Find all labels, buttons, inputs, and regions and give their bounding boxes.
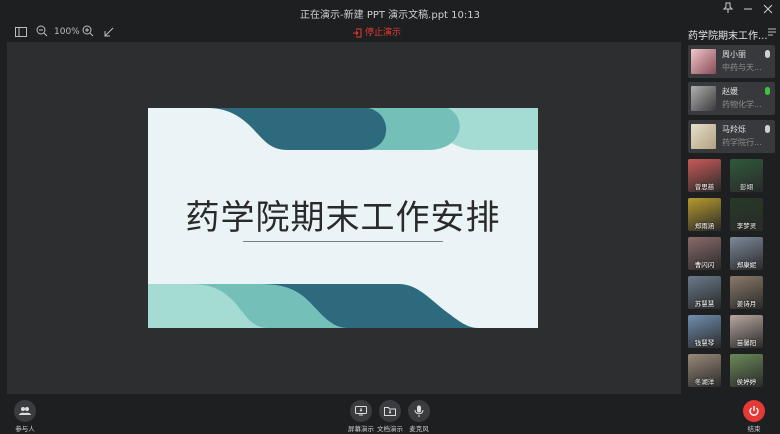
attendee-tile[interactable]: 姜诗月 — [730, 276, 763, 309]
attendee-tile[interactable]: 冬湖洋 — [688, 354, 721, 387]
attendee-name: 冬湖洋 — [694, 378, 715, 386]
stop-label: 停止演示 — [365, 28, 402, 38]
avatar — [691, 124, 716, 149]
mic-label: 麦克风 — [409, 425, 429, 433]
participants-button[interactable] — [14, 400, 36, 422]
screen-icon — [355, 406, 367, 416]
attendee-tile[interactable]: 郑康妮 — [730, 237, 763, 270]
participants-label: 参与人 — [15, 425, 35, 433]
attendee-tile[interactable]: 曾思慈 — [688, 159, 721, 192]
fit-screen-icon[interactable] — [101, 25, 117, 41]
speaker-dept: 药物化学... — [722, 100, 762, 109]
speaker-card[interactable]: 周小丽 中药与天... — [688, 45, 775, 78]
speaker-name: 周小丽 — [722, 50, 746, 59]
people-icon — [19, 407, 31, 415]
zoom-level: 100% — [54, 27, 80, 37]
attendee-tile[interactable]: 李梦灵 — [730, 198, 763, 231]
attendee-tile[interactable]: 郑雨涵 — [688, 198, 721, 231]
speaker-name: 赵媛 — [722, 87, 738, 96]
panel-title: 药学院期末工作... — [688, 31, 768, 42]
end-button[interactable] — [743, 400, 765, 422]
attendee-name: 钱慧琴 — [694, 339, 715, 347]
toolbar: 100% 停止演示 — [0, 24, 682, 42]
zoom-in-icon[interactable] — [80, 25, 96, 41]
speaker-dept: 中药与天... — [722, 63, 762, 72]
speaker-dept: 药学院行... — [722, 138, 762, 147]
attendee-tile[interactable]: 曹闪闪 — [688, 237, 721, 270]
attendee-name: 曾思慈 — [694, 183, 715, 191]
power-icon — [749, 406, 759, 416]
attendee-tile[interactable]: 钱慧琴 — [688, 315, 721, 348]
slide-title: 药学院期末工作安排 — [185, 198, 501, 238]
attendee-name: 侯婷婷 — [736, 378, 757, 386]
mic-button[interactable] — [408, 400, 430, 422]
attendee-tile[interactable]: 苗馨阳 — [730, 315, 763, 348]
speaker-card[interactable]: 马羚烁 药学院行... — [688, 120, 775, 153]
attendee-name: 李梦灵 — [736, 222, 757, 230]
attendee-name: 彭翊 — [740, 183, 753, 191]
pin-icon[interactable] — [718, 2, 738, 20]
zoom-out-icon[interactable] — [34, 25, 50, 41]
bottom-bar: 参与人 屏幕演示 文档演示 麦克风 结束 — [0, 394, 780, 434]
sidebar-toggle-icon[interactable] — [13, 25, 29, 41]
attendee-name: 郑康妮 — [736, 261, 757, 269]
end-label: 结束 — [747, 425, 761, 433]
doc-share-button[interactable] — [379, 400, 401, 422]
attendee-name: 苗馨阳 — [736, 339, 757, 347]
speaker-card[interactable]: 赵媛 药物化学... — [688, 82, 775, 115]
stop-icon — [353, 28, 362, 38]
slide-divider — [243, 241, 443, 242]
attendee-name: 姜诗月 — [736, 300, 757, 308]
avatar — [691, 86, 716, 111]
attendee-tile[interactable]: 苏慧慧 — [688, 276, 721, 309]
participants-panel: 药学院期末工作... 周小丽 中药与天... 赵媛 药物化学... 马羚烁 药学… — [683, 24, 780, 394]
minimize-icon[interactable] — [738, 2, 758, 20]
attendee-name: 曹闪闪 — [694, 261, 715, 269]
microphone-icon — [414, 405, 424, 417]
mic-icon — [765, 125, 770, 133]
window-title: 正在演示-新建 PPT 演示文稿.ppt 10:13 — [300, 10, 480, 21]
speaker-name: 马羚烁 — [722, 125, 746, 134]
attendee-name: 苏慧慧 — [694, 300, 715, 308]
mic-icon — [765, 87, 770, 95]
screen-share-button[interactable] — [350, 400, 372, 422]
stop-presentation-button[interactable]: 停止演示 — [352, 26, 401, 40]
close-icon[interactable] — [758, 2, 778, 20]
presentation-stage: 药学院期末工作安排 — [7, 42, 681, 394]
attendee-tile[interactable]: 彭翊 — [730, 159, 763, 192]
avatar — [691, 49, 716, 74]
attendee-tile[interactable]: 侯婷婷 — [730, 354, 763, 387]
panel-menu-icon[interactable] — [768, 28, 778, 39]
folder-icon — [384, 407, 396, 416]
mic-icon — [765, 50, 770, 58]
attendee-name: 郑雨涵 — [694, 222, 715, 230]
title-bar: 正在演示-新建 PPT 演示文稿.ppt 10:13 — [0, 0, 780, 24]
slide: 药学院期末工作安排 — [148, 108, 538, 328]
